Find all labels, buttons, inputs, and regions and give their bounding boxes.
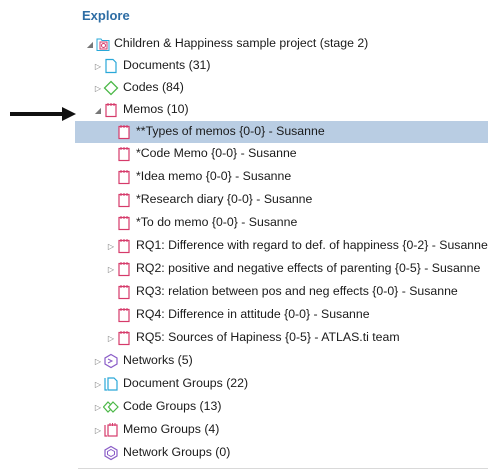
tree-item-code-groups[interactable]: ▷ Code Groups (13) xyxy=(0,396,488,418)
tree-item-label: **Types of memos {0-0} - Susanne xyxy=(136,124,325,138)
tree-item-memo[interactable]: *Idea memo {0-0} - Susanne xyxy=(0,166,488,188)
tree-item-label: *Idea memo {0-0} - Susanne xyxy=(136,169,292,183)
tree-item-label: *Research diary {0-0} - Susanne xyxy=(136,192,313,206)
tree-item-memo-rq2[interactable]: ▷ RQ2: positive and negative effects of … xyxy=(0,258,488,280)
memo-icon xyxy=(118,285,130,300)
project-icon xyxy=(96,38,110,51)
collapsed-toggle-icon[interactable]: ▷ xyxy=(106,333,116,343)
tree-item-label: RQ2: positive and negative effects of pa… xyxy=(136,261,481,275)
memo-icon xyxy=(105,103,117,118)
tree-item-label: RQ3: relation between pos and neg effect… xyxy=(136,284,458,298)
collapsed-toggle-icon[interactable]: ▷ xyxy=(93,83,103,93)
tree-item-label: Network Groups (0) xyxy=(123,445,231,459)
tree-item-memo-groups[interactable]: ▷ Memo Groups (4) xyxy=(0,419,488,441)
network-icon xyxy=(104,353,118,369)
project-tree: ◢ Children & Happiness sample project (s… xyxy=(0,0,488,473)
expanded-toggle-icon[interactable]: ◢ xyxy=(93,105,103,115)
tree-item-label: Children & Happiness sample project (sta… xyxy=(114,36,369,50)
tree-item-memo-selected[interactable]: **Types of memos {0-0} - Susanne xyxy=(75,121,488,143)
network-group-icon xyxy=(104,445,118,461)
tree-item-label: Documents (31) xyxy=(123,58,211,72)
tree-item-project[interactable]: ◢ Children & Happiness sample project (s… xyxy=(0,33,488,55)
memo-icon xyxy=(118,239,130,254)
tree-item-networks[interactable]: ▷ Networks (5) xyxy=(0,350,488,372)
code-icon xyxy=(103,80,119,96)
expanded-toggle-icon[interactable]: ◢ xyxy=(85,39,95,49)
memo-icon xyxy=(118,147,130,162)
tree-item-memo-rq5[interactable]: ▷ RQ5: Sources of Hapiness {0-5} - ATLAS… xyxy=(0,327,488,349)
tree-item-label: *To do memo {0-0} - Susanne xyxy=(136,215,298,229)
collapsed-toggle-icon[interactable]: ▷ xyxy=(93,402,103,412)
memo-icon xyxy=(118,331,130,346)
tree-item-label: Codes (84) xyxy=(123,80,184,94)
collapsed-toggle-icon[interactable]: ▷ xyxy=(106,241,116,251)
tree-item-network-groups[interactable]: Network Groups (0) xyxy=(0,442,488,464)
collapsed-toggle-icon[interactable]: ▷ xyxy=(93,61,103,71)
collapsed-toggle-icon[interactable]: ▷ xyxy=(106,264,116,274)
tree-item-memo[interactable]: *Research diary {0-0} - Susanne xyxy=(0,189,488,211)
divider xyxy=(78,468,488,469)
tree-item-memo[interactable]: *Code Memo {0-0} - Susanne xyxy=(0,143,488,165)
tree-item-memo-rq3[interactable]: RQ3: relation between pos and neg effect… xyxy=(0,281,488,303)
memo-icon xyxy=(118,216,130,231)
memo-icon xyxy=(118,262,130,277)
tree-item-memo-rq4[interactable]: RQ4: Difference in attitude {0-0} - Susa… xyxy=(0,304,488,326)
tree-item-memo[interactable]: *To do memo {0-0} - Susanne xyxy=(0,212,488,234)
tree-item-documents[interactable]: ▷ Documents (31) xyxy=(0,55,488,77)
memo-icon xyxy=(118,170,130,185)
tree-item-label: RQ4: Difference in attitude {0-0} - Susa… xyxy=(136,307,370,321)
collapsed-toggle-icon[interactable]: ▷ xyxy=(93,356,103,366)
document-icon xyxy=(105,58,117,74)
tree-item-label: RQ1: Difference with regard to def. of h… xyxy=(136,238,488,252)
tree-item-codes[interactable]: ▷ Codes (84) xyxy=(0,77,488,99)
tree-item-label: RQ5: Sources of Hapiness {0-5} - ATLAS.t… xyxy=(136,330,400,344)
memo-icon xyxy=(118,125,130,140)
tree-item-label: Networks (5) xyxy=(123,353,193,367)
tree-item-label: Memo Groups (4) xyxy=(123,422,220,436)
tree-item-label: Memos (10) xyxy=(123,102,189,116)
tree-item-label: Code Groups (13) xyxy=(123,399,222,413)
memo-icon xyxy=(118,193,130,208)
collapsed-toggle-icon[interactable]: ▷ xyxy=(93,425,103,435)
memo-icon xyxy=(118,308,130,323)
collapsed-toggle-icon[interactable]: ▷ xyxy=(93,379,103,389)
tree-item-memo-rq1[interactable]: ▷ RQ1: Difference with regard to def. of… xyxy=(0,235,488,257)
document-group-icon xyxy=(104,377,118,391)
tree-item-document-groups[interactable]: ▷ Document Groups (22) xyxy=(0,373,488,395)
tree-item-memos[interactable]: ◢ Memos (10) xyxy=(0,99,488,121)
memo-group-icon xyxy=(104,423,118,437)
tree-item-label: Document Groups (22) xyxy=(123,376,249,390)
code-group-icon xyxy=(103,401,119,413)
tree-item-label: *Code Memo {0-0} - Susanne xyxy=(136,146,297,160)
